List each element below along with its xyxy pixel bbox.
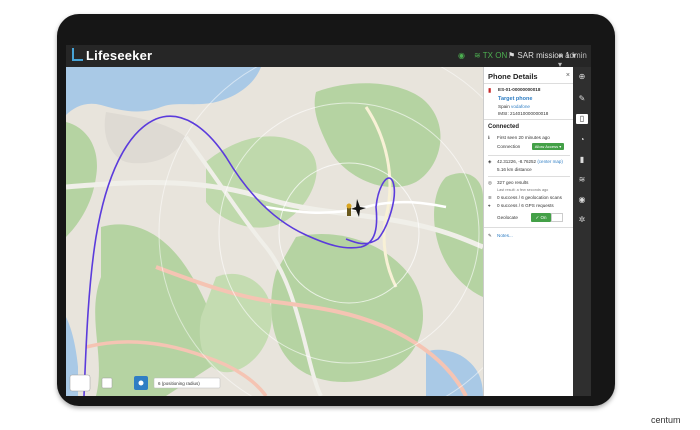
divider — [484, 119, 574, 120]
geolocate-toggle[interactable]: ✓ On — [531, 213, 551, 222]
logo-mark-icon — [72, 48, 83, 61]
divider — [484, 83, 574, 84]
icon-rail: ⊕ ✎ ▯ ◔ ▮ ≋ ◉ ✲ — [573, 67, 591, 396]
divider — [488, 155, 570, 156]
zoom-out-button[interactable] — [101, 377, 113, 389]
divider — [484, 227, 574, 228]
user-icon: ● — [558, 51, 566, 60]
edit-icon[interactable]: ✎ — [577, 94, 587, 104]
wifi-status-icon: ≋ — [474, 51, 483, 60]
device-name[interactable]: Target phone — [498, 96, 532, 102]
eye-icon[interactable]: ◉ — [577, 195, 587, 205]
operator-value: vodafone — [511, 104, 530, 109]
phone-icon[interactable]: ▯ — [576, 114, 588, 124]
operator-label: Spain — [498, 104, 510, 109]
app-screen: Lifeseeker ◉ ≋ TX ON ⚑ SAR mission 1 ▾ ●… — [66, 45, 591, 396]
globe-icon[interactable]: ⊕ — [577, 72, 587, 82]
app-name: Lifeseeker — [86, 48, 153, 63]
signal-status[interactable]: ≋ TX ON — [474, 51, 507, 60]
first-seen: First seen 20 minutes ago — [497, 135, 550, 140]
radius-tooltip-text: 6 (positioning radius) — [158, 381, 200, 386]
section-connected: Connected — [488, 124, 520, 130]
operator-row: Spain vodafone — [498, 104, 530, 109]
divider — [488, 176, 570, 177]
wifi-icon: ≋ — [488, 195, 492, 200]
target-phone-marker[interactable] — [346, 203, 352, 217]
info-icon: ℹ — [488, 135, 490, 140]
user-label: admin — [565, 51, 587, 60]
layer-toggle-button[interactable] — [69, 374, 91, 392]
signal-label: TX ON — [482, 51, 508, 60]
camera-icon[interactable]: ◉ — [458, 51, 465, 60]
settings-icon[interactable]: ✲ — [577, 215, 587, 225]
caption: centum — [651, 415, 681, 425]
close-panel-button[interactable]: × — [566, 72, 570, 79]
panel-title: Phone Details — [488, 72, 538, 81]
coords-value: 42.31226, -8.76252 — [497, 159, 537, 164]
map-view[interactable]: 6 (positioning radius) — [66, 67, 483, 396]
coords-row: 42.31226, -8.76252 (center map) — [497, 159, 563, 164]
wifi-icon[interactable]: ≋ — [577, 175, 587, 185]
flag-icon: ▮ — [488, 88, 492, 94]
phone-details-panel: Phone Details × ▮ ES-01-00000000018 Targ… — [483, 67, 574, 396]
gps-icon: ⌖ — [488, 203, 491, 208]
chat-icon[interactable]: ◔ — [577, 135, 587, 145]
imsi-value: 214010000000018 — [510, 111, 549, 116]
connection-label: Connection — [497, 144, 521, 149]
notes-link[interactable]: Notes... — [497, 233, 513, 238]
geo-results: 327 geo results — [497, 180, 529, 185]
app-logo: Lifeseeker — [72, 48, 152, 63]
mission-icon: ⚑ — [508, 51, 518, 60]
imsi-label: IMSI: — [498, 111, 509, 116]
signal-icon[interactable]: ▮ — [577, 155, 587, 165]
location-pin-icon: ◈ — [488, 159, 492, 164]
last-result: Last result: a few seconds ago — [497, 188, 549, 192]
pencil-icon: ✎ — [488, 233, 492, 238]
distance: 5.16 km distance — [497, 167, 532, 172]
center-map-link[interactable]: (center map) — [537, 159, 563, 164]
geolocation-scans: 0 success / 6 geolocation scans — [497, 195, 562, 200]
gps-requests: 0 success / 6 GPS requests — [497, 203, 554, 208]
device-id: ES-01-00000000018 — [498, 87, 541, 92]
connection-dropdown[interactable]: Allow Access ▾ — [532, 143, 564, 150]
geo-results-icon: ◎ — [488, 180, 493, 185]
top-bar: Lifeseeker ◉ ≋ TX ON ⚑ SAR mission 1 ▾ ●… — [66, 45, 591, 69]
imsi-row: IMSI: 214010000000018 — [498, 111, 548, 116]
geolocate-toggle-off[interactable] — [551, 213, 563, 222]
locate-icon — [138, 380, 144, 386]
geolocate-label: Geolocate — [497, 215, 518, 220]
